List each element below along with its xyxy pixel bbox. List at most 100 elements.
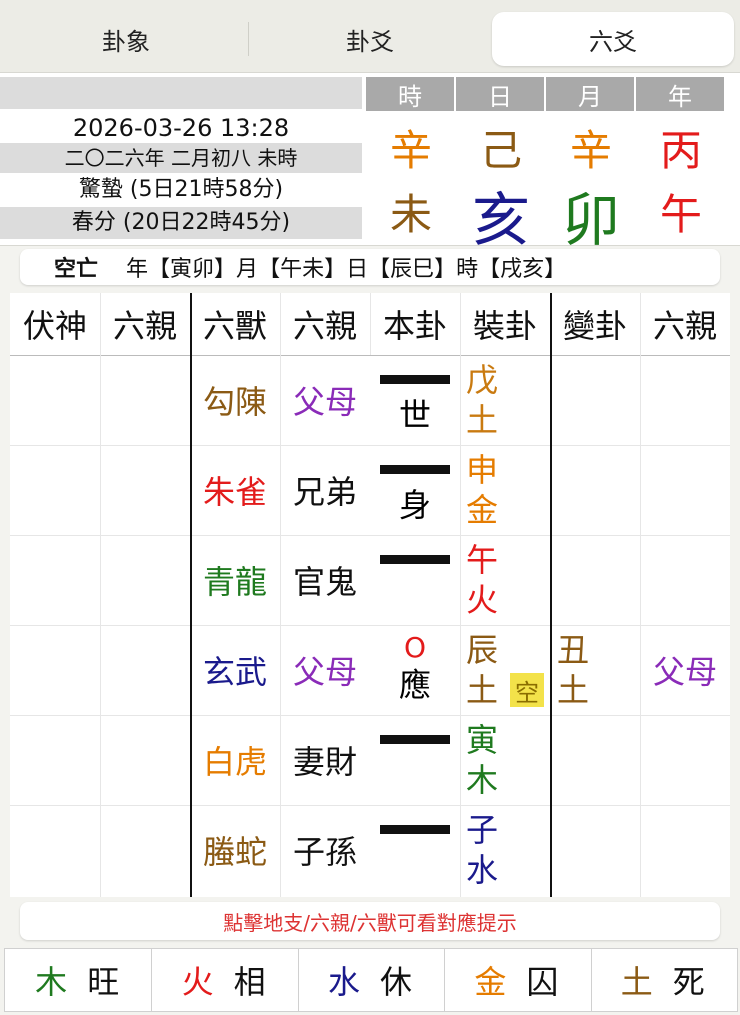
relative-cell[interactable]: 父母 [280, 625, 370, 715]
change-element[interactable]: 土 [553, 670, 593, 710]
tab-divider [248, 22, 249, 56]
yang-line [380, 375, 450, 384]
pillar-header-month: 月 [546, 77, 634, 111]
row-divider [10, 715, 730, 716]
najia-element[interactable]: 木 [462, 760, 502, 800]
relative-cell[interactable]: 兄弟 [280, 445, 370, 535]
tab-liu-yao[interactable]: 六爻 [492, 12, 734, 66]
hour-stem[interactable]: 辛 [366, 117, 456, 178]
beast-cell[interactable]: 勾陳 [190, 355, 280, 445]
state-divider [297, 949, 299, 1011]
wuxing-state-bar: 木旺火相水休金囚土死 [4, 948, 738, 1012]
header-zhuanggua: 裝卦 [472, 307, 537, 345]
beast-cell[interactable]: 螣蛇 [190, 805, 280, 895]
element-name: 木 [35, 963, 70, 1001]
kongwang-month: 【午未】 [258, 257, 347, 282]
relative-cell[interactable]: 子孫 [280, 805, 370, 895]
kongwang-day-label: 日 [346, 257, 369, 282]
year-stem[interactable]: 丙 [636, 117, 726, 178]
pillar-header-year: 年 [636, 77, 724, 111]
shi-ying-mark: 世 [398, 396, 431, 434]
tab-bar: 卦象 卦爻 六爻 [0, 0, 740, 72]
row-divider [10, 625, 730, 626]
najia-element[interactable]: 金 [462, 490, 502, 530]
day-branch[interactable]: 亥 [456, 173, 546, 257]
wuxing-state-item[interactable]: 金囚 [444, 949, 590, 1011]
wuxing-state-item[interactable]: 木旺 [5, 949, 151, 1011]
yang-line [380, 735, 450, 744]
najia-element[interactable]: 土 [462, 400, 502, 440]
state-divider [590, 949, 592, 1011]
lunar-date: 二〇二六年 二月初八 未時 [0, 143, 362, 173]
header-divider [10, 355, 730, 356]
hint-text: 點擊地支/六親/六獸可看對應提示 [20, 902, 720, 940]
date-info-panel: 2026-03-26 13:28 二〇二六年 二月初八 未時 驚蟄 (5日21時… [0, 72, 740, 254]
column-divider [100, 293, 101, 897]
najia-branch[interactable]: 戊 [462, 360, 502, 400]
info-blank-row [0, 77, 362, 109]
element-state: 休 [379, 963, 414, 1001]
header-liuqin: 六親 [112, 307, 177, 345]
kongwang-year-label: 年 [126, 257, 149, 282]
month-stem[interactable]: 辛 [546, 117, 636, 178]
day-stem[interactable]: 己 [456, 117, 546, 178]
shi-ying-mark: 應 [398, 666, 431, 704]
beast-cell[interactable]: 白虎 [190, 715, 280, 805]
hexagram-table: 伏神 六親 六獸 六親 本卦 裝卦 變卦 六親 勾陳 父母世戊土朱雀 兄弟身申金青龍 官鬼午火玄武 父母… [10, 293, 730, 897]
relative-cell[interactable]: 父母 [280, 355, 370, 445]
element-state: 旺 [87, 963, 122, 1001]
wuxing-state-item[interactable]: 土死 [591, 949, 737, 1011]
najia-branch[interactable]: 寅 [462, 720, 502, 760]
najia-element[interactable]: 火 [462, 580, 502, 620]
element-state: 相 [233, 963, 268, 1001]
kongwang-bar: 空亡 年 【寅卯】 月 【午未】 日 【辰巳】 時 【戌亥】 [20, 249, 720, 285]
yang-line [380, 825, 450, 834]
column-divider [460, 293, 461, 897]
row-divider [10, 445, 730, 446]
header-liuqin-change: 六親 [652, 307, 717, 345]
change-branch[interactable]: 丑 [553, 630, 593, 670]
tab-gua-xiang[interactable]: 卦象 [6, 12, 246, 66]
column-divider [640, 293, 641, 897]
header-fushen: 伏神 [22, 307, 87, 345]
wuxing-state-item[interactable]: 火相 [151, 949, 297, 1011]
solar-term-prev: 驚蟄 (5日21時58分) [78, 177, 284, 202]
kongwang-hour: 【戌亥】 [478, 257, 567, 282]
tab-gua-yao[interactable]: 卦爻 [250, 12, 490, 66]
najia-branch[interactable]: 辰 [462, 630, 502, 670]
year-branch[interactable]: 午 [636, 181, 726, 242]
beast-cell[interactable]: 青龍 [190, 535, 280, 625]
najia-branch[interactable]: 申 [462, 450, 502, 490]
kongwang-label: 空亡 [54, 257, 99, 282]
najia-branch[interactable]: 午 [462, 540, 502, 580]
shi-ying-mark: 身 [398, 486, 431, 524]
najia-branch[interactable]: 子 [462, 810, 502, 850]
relative-cell[interactable]: 妻財 [280, 715, 370, 805]
solar-term-next: 春分 (20日22時45分) [0, 207, 362, 239]
yang-line [380, 555, 450, 564]
kongwang-month-label: 月 [236, 257, 259, 282]
beast-cell[interactable]: 玄武 [190, 625, 280, 715]
element-name: 土 [620, 963, 655, 1001]
beast-cell[interactable]: 朱雀 [190, 445, 280, 535]
state-divider [444, 949, 446, 1011]
row-divider [10, 805, 730, 806]
month-branch[interactable]: 卯 [546, 173, 636, 257]
pillar-header-day: 日 [456, 77, 544, 111]
najia-element[interactable]: 水 [462, 850, 502, 890]
change-relative-cell[interactable]: 父母 [640, 625, 730, 715]
wuxing-state-item[interactable]: 水休 [298, 949, 444, 1011]
header-biangua: 變卦 [562, 307, 627, 345]
solar-datetime: 2026-03-26 13:28 [72, 114, 290, 142]
kongwang-year: 【寅卯】 [148, 257, 237, 282]
state-divider [151, 949, 153, 1011]
hour-branch[interactable]: 未 [366, 181, 456, 242]
najia-element[interactable]: 土 [462, 670, 502, 710]
kongwang-badge: 空 [510, 673, 544, 707]
pillar-header-hour: 時 [366, 77, 454, 111]
relative-cell[interactable]: 官鬼 [280, 535, 370, 625]
element-state: 囚 [526, 963, 561, 1001]
kongwang-hour-label: 時 [456, 257, 479, 282]
element-name: 金 [474, 963, 509, 1001]
element-name: 火 [181, 963, 216, 1001]
